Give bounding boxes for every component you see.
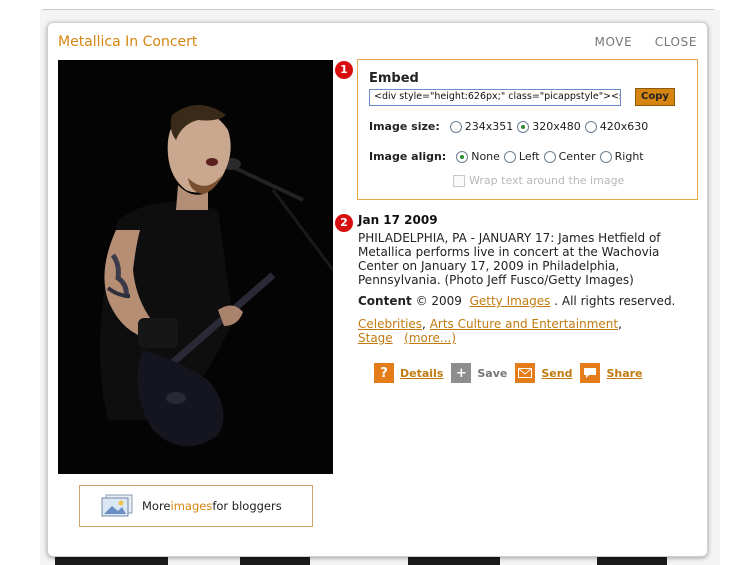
- wrap-text-checkbox: [453, 174, 465, 187]
- thumbnail-strip: [40, 556, 720, 565]
- thumbnail[interactable]: [597, 556, 667, 565]
- align-option-label: Right: [614, 150, 644, 163]
- image-caption: PHILADELPHIA, PA - JANUARY 17: James Het…: [358, 231, 661, 287]
- align-option-right[interactable]: Right: [599, 150, 644, 163]
- step-marker-two: 2: [335, 214, 353, 232]
- size-option-label: 320x480: [532, 120, 581, 133]
- question-icon: ?: [374, 363, 394, 383]
- thumbnail[interactable]: [240, 556, 310, 565]
- concert-photo[interactable]: [58, 60, 333, 474]
- image-align-row: Image align: None Left Center Right: [369, 150, 648, 163]
- align-option-center[interactable]: Center: [543, 150, 596, 163]
- envelope-icon: [515, 363, 536, 383]
- radio-icon: [543, 150, 556, 163]
- size-option-234x351[interactable]: 234x351: [449, 120, 514, 133]
- radio-icon: [584, 120, 597, 133]
- content-credit: Content © 2009 Getty Images . All rights…: [358, 294, 675, 308]
- image-date: Jan 17 2009: [358, 213, 438, 227]
- more-tags-link[interactable]: (more...): [404, 331, 456, 345]
- embed-title: Embed: [369, 71, 419, 86]
- image-align-label: Image align:: [369, 150, 447, 163]
- radio-selected-icon: [456, 150, 469, 163]
- image-dialog: Metallica In Concert MOVE CLOSE More ima…: [47, 22, 708, 557]
- size-option-label: 234x351: [464, 120, 514, 133]
- getty-images-link[interactable]: Getty Images: [470, 294, 551, 308]
- align-option-none[interactable]: None: [456, 150, 500, 163]
- embed-code-field[interactable]: <div style="height:626px;" class="picapp…: [369, 89, 621, 106]
- radio-icon: [449, 120, 462, 133]
- image-actions: ? Details + Save Send Share: [374, 363, 651, 383]
- content-label: Content: [358, 294, 412, 308]
- size-option-420x630[interactable]: 420x630: [584, 120, 649, 133]
- bloggers-prefix: More: [142, 499, 171, 513]
- align-option-label: None: [471, 150, 500, 163]
- size-option-320x480[interactable]: 320x480: [517, 120, 581, 133]
- share-link[interactable]: Share: [606, 367, 642, 380]
- save-action[interactable]: + Save: [451, 363, 507, 383]
- move-button[interactable]: MOVE: [595, 35, 633, 49]
- copy-button[interactable]: Copy: [635, 88, 675, 106]
- more-images-for-bloggers-button[interactable]: More images for bloggers: [79, 485, 313, 527]
- size-option-label: 420x630: [599, 120, 649, 133]
- send-link[interactable]: Send: [541, 367, 572, 380]
- rights-text: . All rights reserved.: [554, 294, 676, 308]
- keyword-tags: Celebrities, Arts Culture and Entertainm…: [358, 317, 622, 345]
- details-action[interactable]: ? Details: [374, 363, 443, 383]
- wrap-text-option: Wrap text around the image: [453, 174, 624, 187]
- share-action[interactable]: Share: [580, 363, 643, 383]
- image-size-label: Image size:: [369, 120, 440, 133]
- dialog-actions: MOVE CLOSE: [577, 35, 697, 49]
- align-option-left[interactable]: Left: [503, 150, 540, 163]
- tag-link[interactable]: Celebrities: [358, 317, 422, 331]
- radio-selected-icon: [517, 120, 530, 133]
- image-size-row: Image size: 234x351 320x480 420x630: [369, 120, 652, 133]
- concert-photo-art: [58, 60, 333, 474]
- embed-panel: Embed <div style="height:626px;" class="…: [357, 59, 698, 200]
- wrap-text-label: Wrap text around the image: [469, 174, 625, 187]
- step-marker-one: 1: [335, 61, 353, 79]
- radio-icon: [599, 150, 612, 163]
- thumbnail[interactable]: [408, 556, 500, 565]
- close-button[interactable]: CLOSE: [655, 35, 697, 49]
- bloggers-suffix: for bloggers: [212, 499, 282, 513]
- thumbnail[interactable]: [55, 556, 168, 565]
- tag-link[interactable]: Arts Culture and Entertainment: [430, 317, 618, 331]
- photo-stack-icon: [101, 494, 133, 517]
- dialog-title: Metallica In Concert: [58, 34, 198, 50]
- speech-bubble-icon: [580, 363, 601, 383]
- radio-icon: [503, 150, 516, 163]
- tag-link[interactable]: Stage: [358, 331, 393, 345]
- details-link[interactable]: Details: [400, 367, 443, 380]
- copyright-text: © 2009: [415, 294, 462, 308]
- align-option-label: Left: [518, 150, 540, 163]
- send-action[interactable]: Send: [515, 363, 572, 383]
- plus-icon: +: [451, 363, 472, 383]
- save-label: Save: [477, 366, 508, 380]
- align-option-label: Center: [558, 150, 596, 163]
- bloggers-highlight: images: [170, 499, 213, 513]
